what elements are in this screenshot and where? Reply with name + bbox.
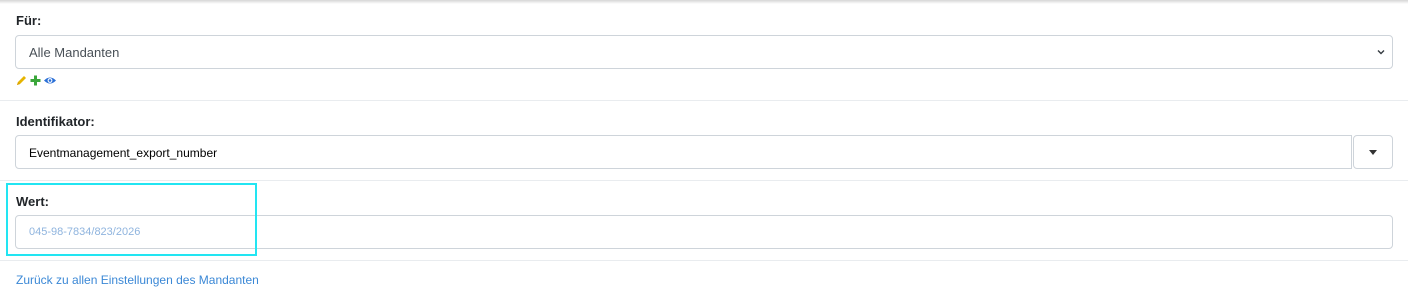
identifikator-label: Identifikator: [16, 114, 95, 129]
fuer-select[interactable]: Alle Mandanten [15, 35, 1393, 69]
fuer-actions [15, 73, 57, 87]
identifikator-dropdown-button[interactable] [1353, 135, 1393, 169]
back-to-settings-link[interactable]: Zurück zu allen Einstellungen des Mandan… [16, 273, 259, 287]
identifikator-input[interactable]: Eventmanagement_export_number [15, 135, 1352, 169]
wert-input[interactable]: 045-98-7834/823/2026 [15, 215, 1393, 249]
eye-icon[interactable] [43, 74, 57, 87]
fuer-label: Für: [16, 13, 42, 28]
pencil-icon[interactable] [15, 74, 28, 87]
caret-down-icon [1369, 150, 1377, 155]
divider [0, 260, 1408, 261]
divider [0, 100, 1408, 101]
chevron-down-icon [1377, 50, 1385, 55]
top-shadow [0, 0, 1408, 4]
identifikator-value: Eventmanagement_export_number [29, 146, 218, 160]
plus-icon[interactable] [29, 74, 42, 87]
fuer-select-value: Alle Mandanten [29, 45, 120, 60]
divider [0, 180, 1408, 181]
wert-label: Wert: [16, 194, 49, 209]
wert-placeholder: 045-98-7834/823/2026 [29, 226, 141, 238]
